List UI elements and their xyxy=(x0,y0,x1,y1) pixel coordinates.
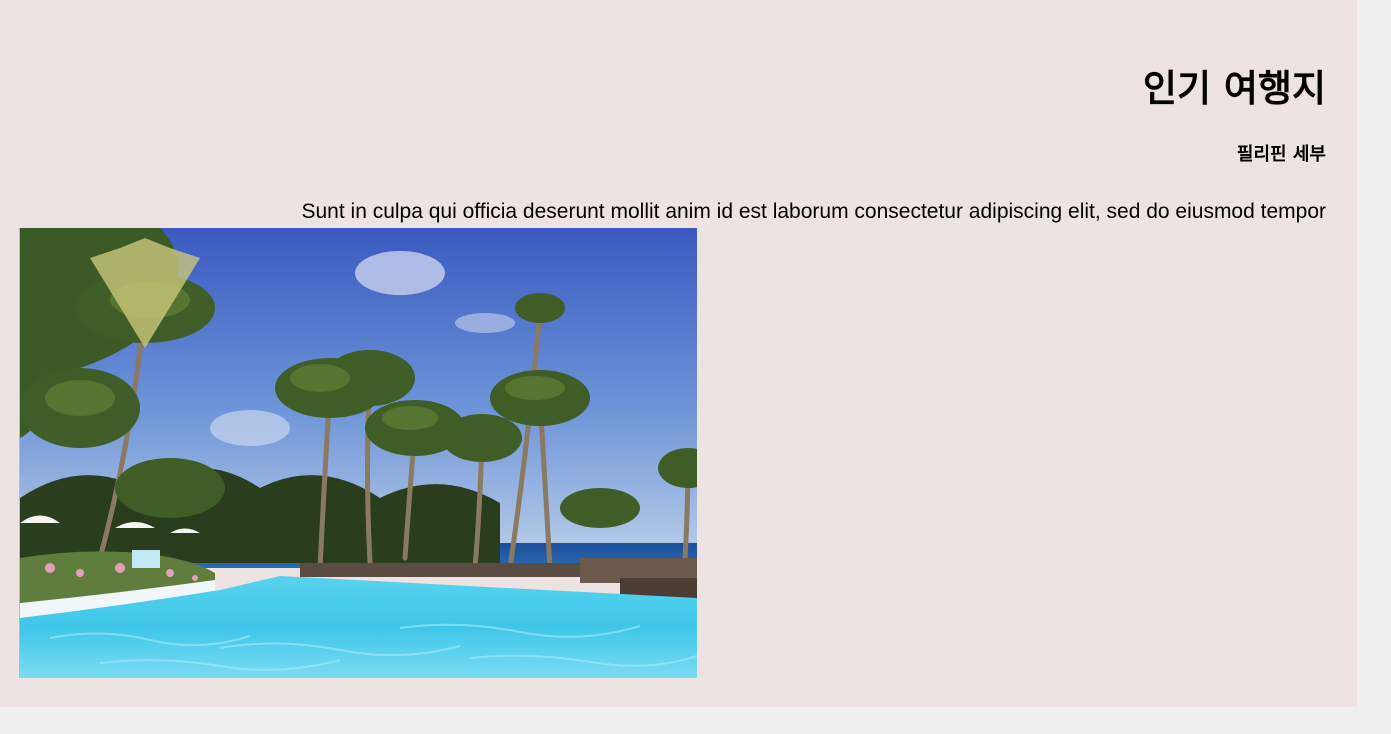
destination-description: Sunt in culpa qui officia deserunt molli… xyxy=(301,200,1327,223)
section-title: 인기 여행지 xyxy=(1142,67,1326,110)
destination-photo xyxy=(19,228,697,678)
content-panel: 인기 여행지 필리핀 세부 Sunt in culpa qui officia … xyxy=(0,0,1357,707)
destination-name: 필리핀 세부 xyxy=(1236,144,1326,165)
scrollbar-track[interactable] xyxy=(1357,0,1391,734)
